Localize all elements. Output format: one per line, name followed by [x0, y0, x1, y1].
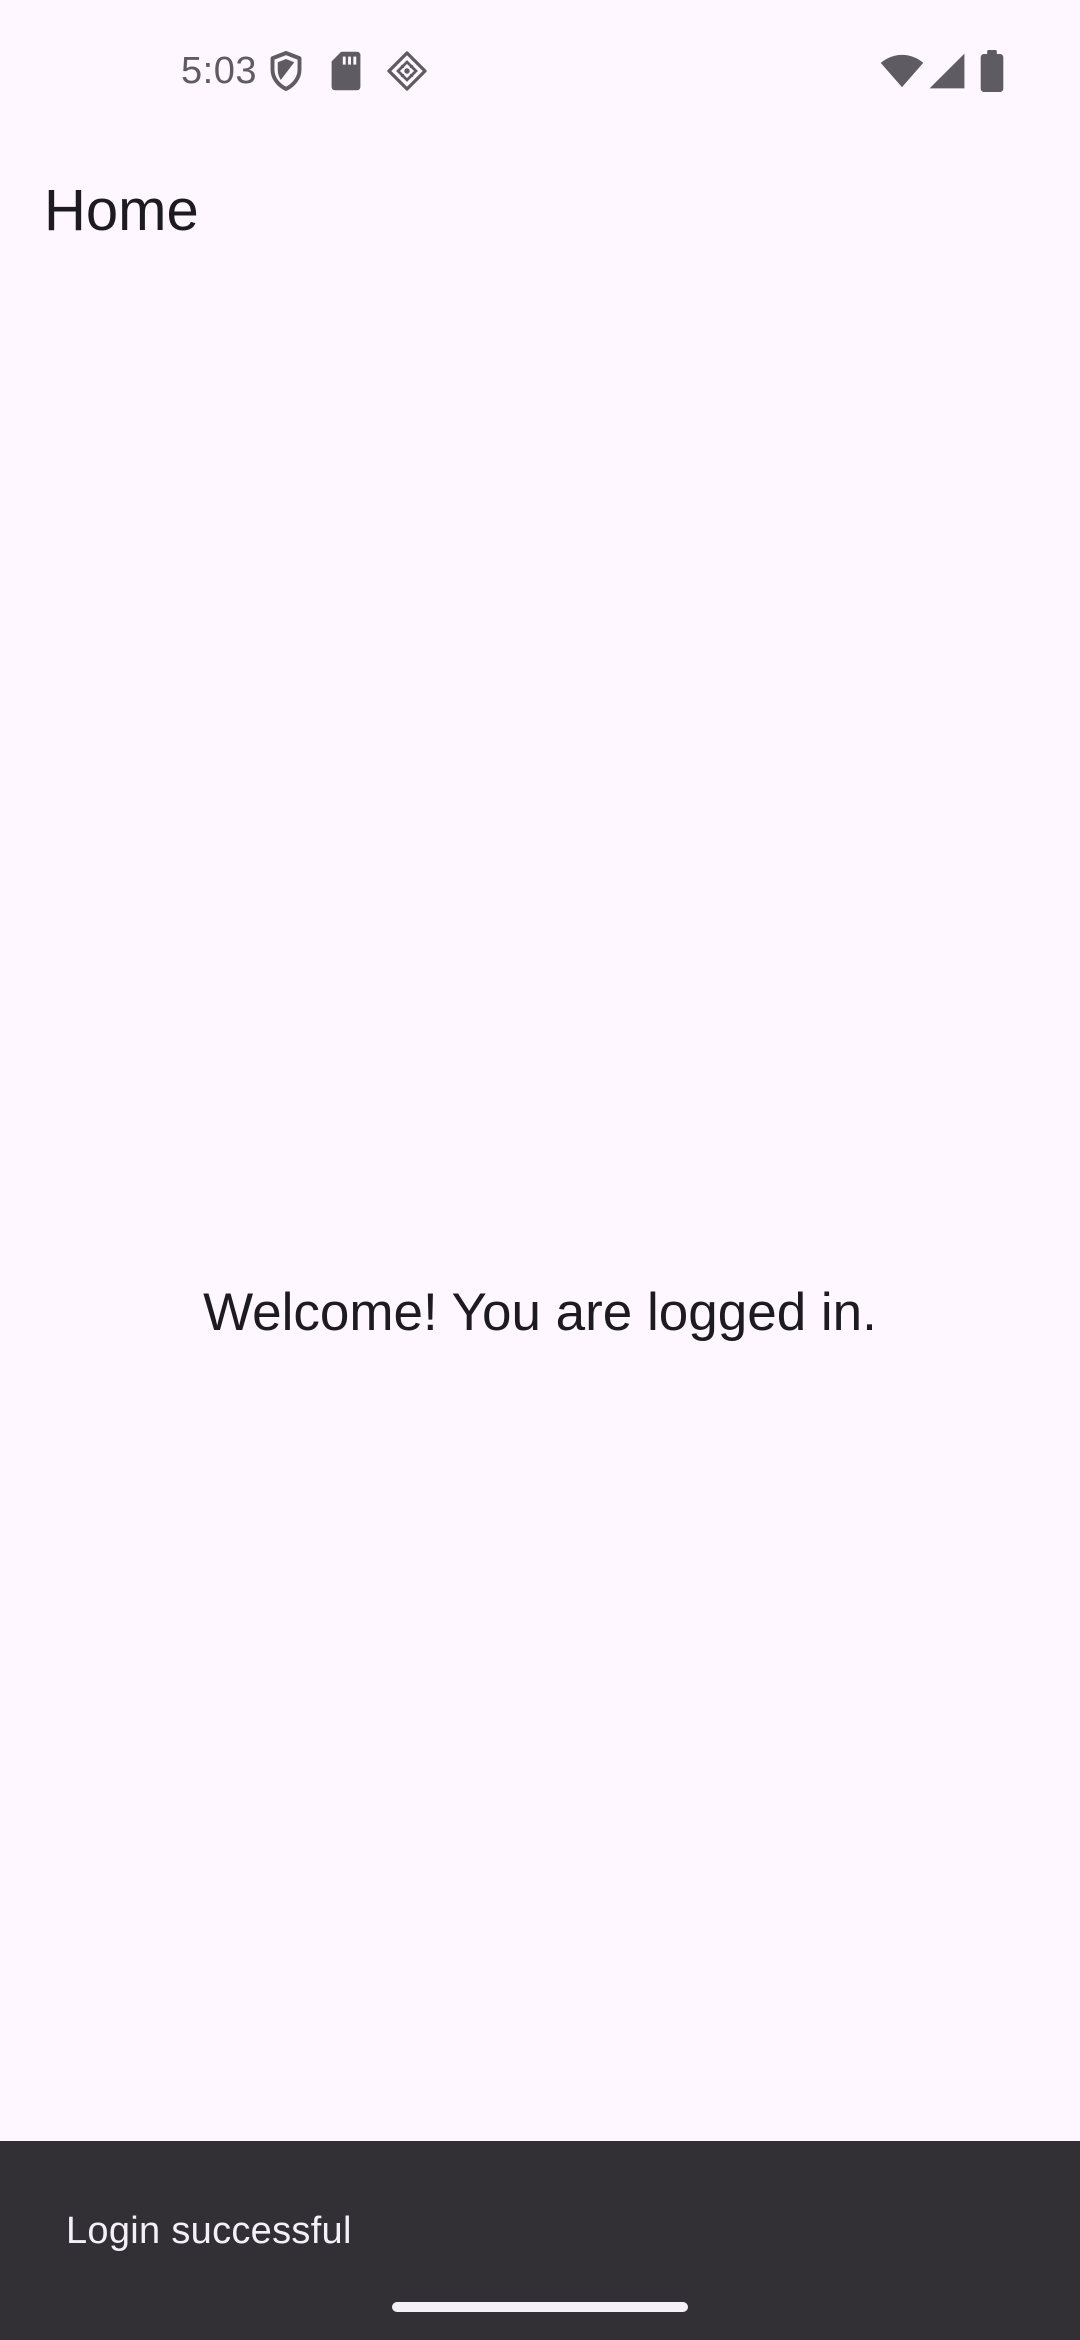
sd-card-icon [330, 50, 362, 92]
welcome-message: Welcome! You are logged in. [203, 1283, 877, 1342]
wifi-icon [880, 50, 924, 92]
battery-icon [980, 50, 1004, 92]
app-bar: Home [0, 140, 1080, 280]
snackbar: Login successful [0, 2141, 1080, 2340]
diamond-icon [386, 50, 428, 92]
cellular-signal-icon [928, 50, 966, 92]
status-bar: 5:03 [0, 0, 1080, 140]
status-time: 5:03 [181, 50, 257, 92]
shield-icon [268, 50, 304, 92]
screen: 5:03 Home Welcome! You are logged in. Lo… [0, 0, 1080, 2340]
page-title: Home [44, 178, 199, 243]
snackbar-message: Login successful [66, 2210, 352, 2252]
gesture-navigation-handle[interactable] [392, 2302, 688, 2312]
